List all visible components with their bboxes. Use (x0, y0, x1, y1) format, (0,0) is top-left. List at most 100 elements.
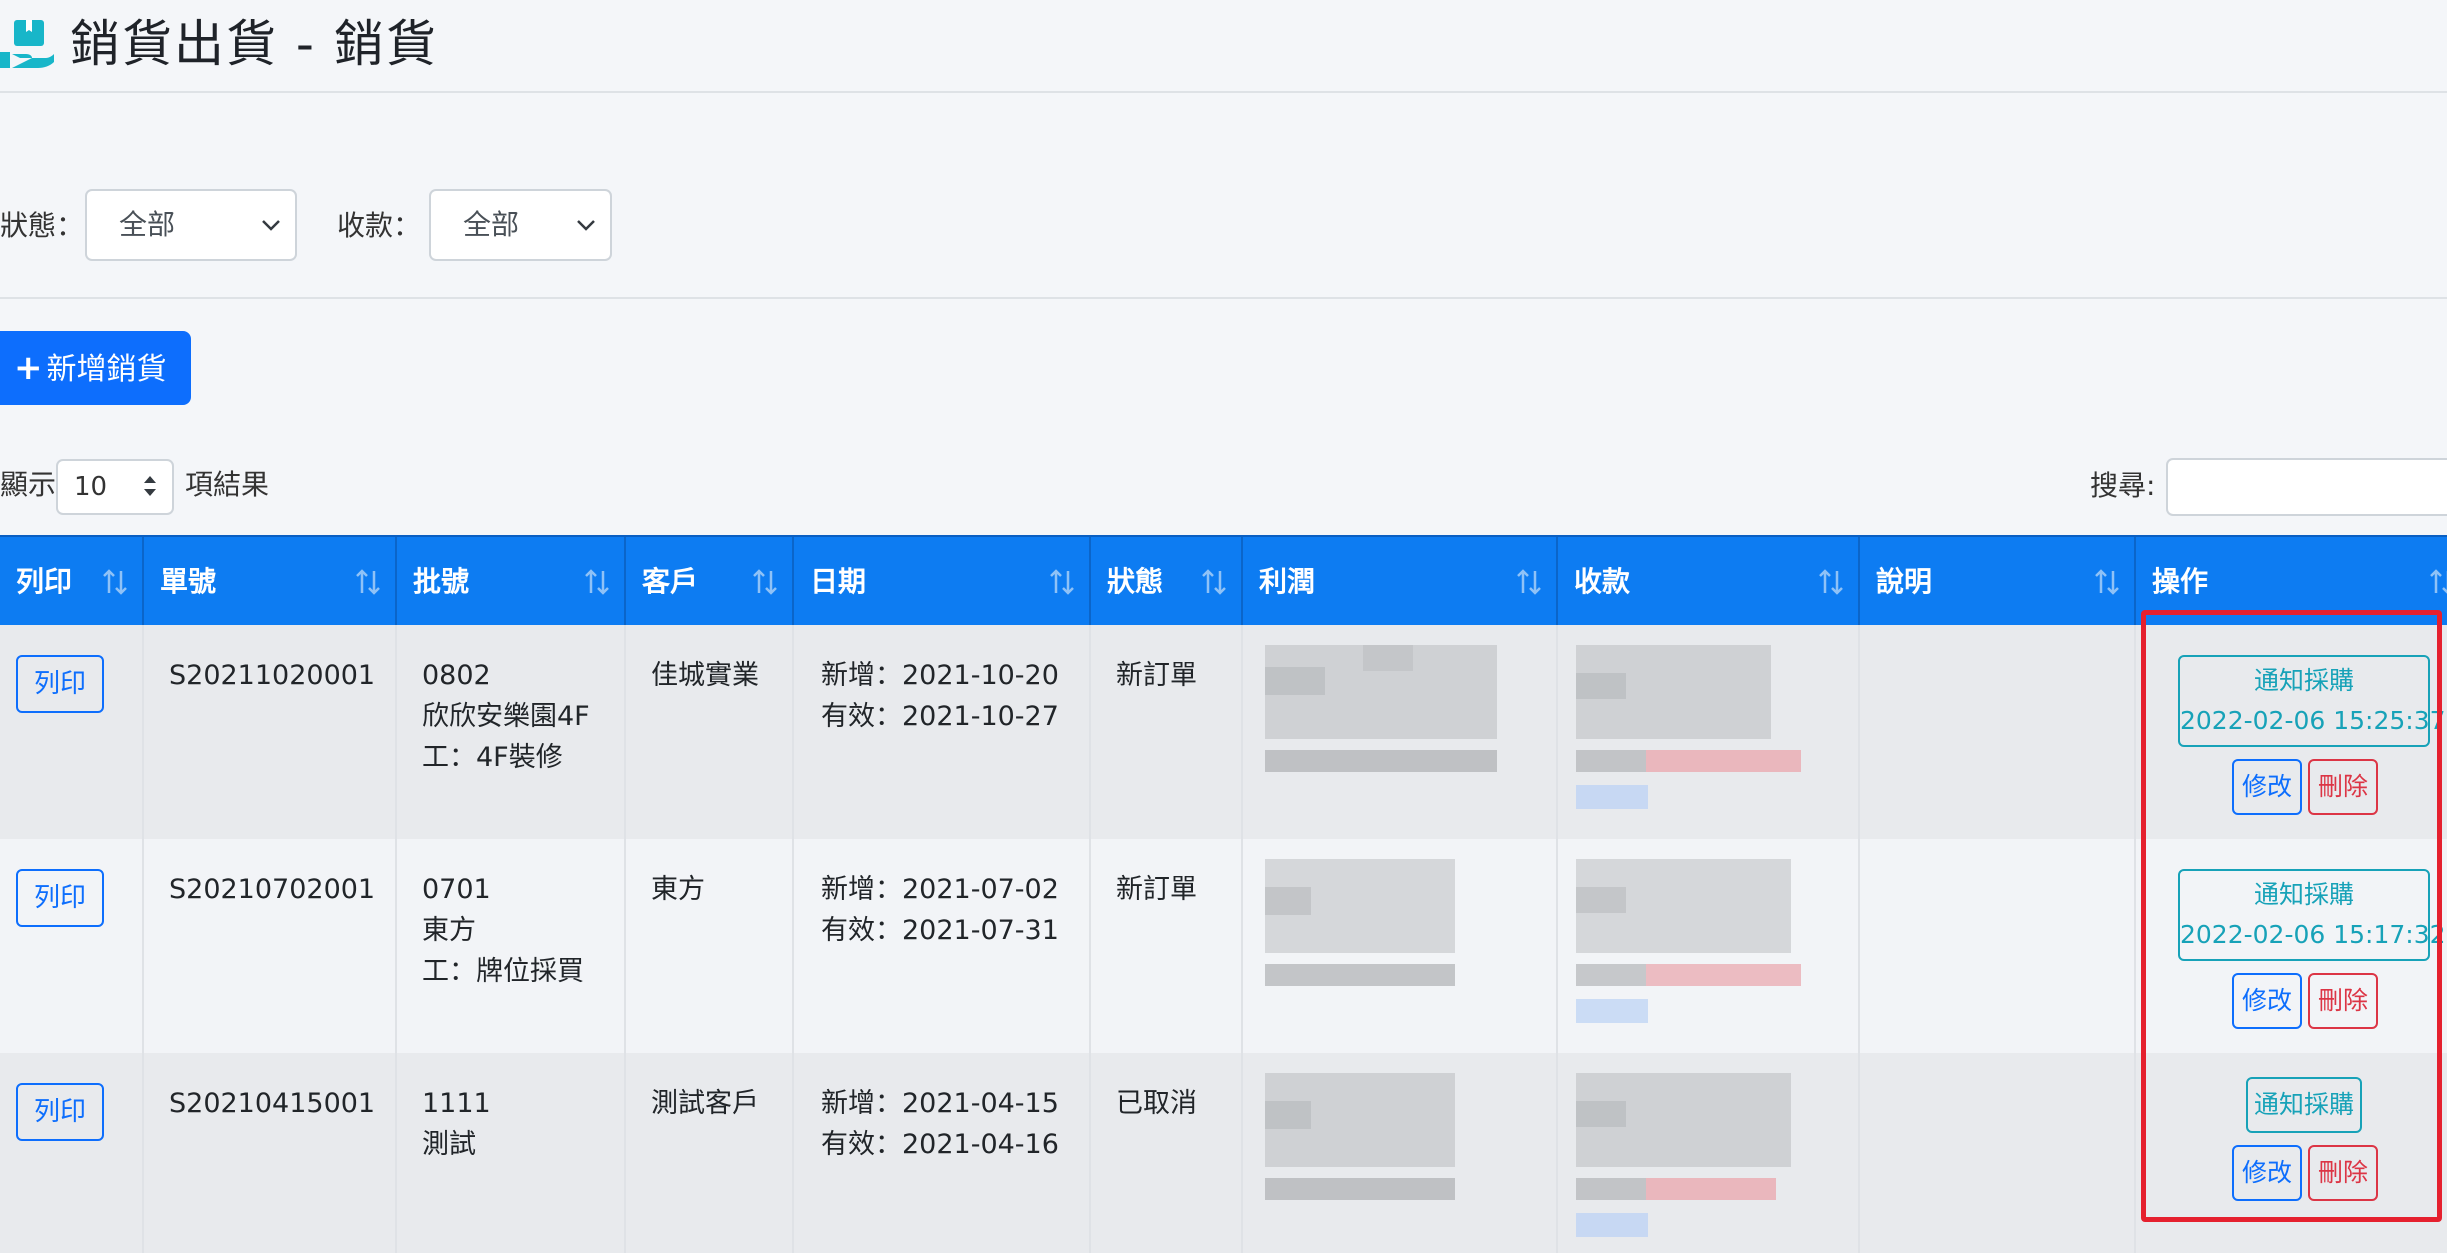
col-profit[interactable]: 利潤 (1243, 537, 1558, 627)
sort-icon (1202, 569, 1226, 595)
notify-purchase-button[interactable]: 通知採購 2022-02-06 15:25:37 (2178, 655, 2446, 747)
note-cell (1860, 1053, 2136, 1253)
date-cell: 新增：2021-10-20 有效：2021-10-27 (794, 625, 1091, 839)
status: 已取消 (1116, 1088, 1197, 1119)
delete-button[interactable]: 刪除 (2308, 1145, 2378, 1201)
page-header: 銷貨出貨 - 銷貨 (0, 0, 2447, 93)
notify-label: 通知採購 (2253, 666, 2354, 695)
order-no-cell: S20210702001 (144, 839, 397, 1053)
page-title: 銷貨出貨 - 銷貨 (70, 15, 438, 73)
sort-arrows-icon (144, 476, 156, 496)
sort-icon (1819, 569, 1843, 595)
col-order-no-label: 單號 (160, 565, 217, 598)
note-cell (1860, 839, 2136, 1053)
add-sale-button[interactable]: + 新增銷貨 (0, 331, 191, 405)
col-date-label: 日期 (810, 565, 867, 598)
batch-no: 0701 (422, 874, 491, 905)
order-no-cell: S20210415001 (144, 1053, 397, 1253)
table-row: 列印 S20210415001 1111 測試 測試客戶 新增：2021-04-… (0, 1053, 2447, 1253)
date-created: 新增：2021-10-20 (821, 660, 1059, 691)
status-filter-value: 全部 (119, 208, 176, 241)
notify-purchase-button[interactable]: 通知採購 (2246, 1077, 2362, 1133)
col-payment[interactable]: 收款 (1558, 537, 1860, 627)
sort-icon (2095, 569, 2119, 595)
delete-button[interactable]: 刪除 (2308, 759, 2378, 815)
batch-no: 1111 (422, 1088, 491, 1119)
col-status[interactable]: 狀態 (1091, 537, 1243, 627)
customer-cell: 測試客戶 (626, 1053, 794, 1253)
col-print[interactable]: 列印 (0, 537, 144, 627)
page-length-select[interactable]: 10 (56, 459, 174, 515)
length-prefix: 顯示 (0, 468, 57, 501)
search-input[interactable] (2166, 458, 2447, 516)
col-order-no[interactable]: 單號 (144, 537, 397, 627)
sort-icon (2430, 569, 2447, 594)
actions-cell: 通知採購 2022-02-06 15:17:32 修改 刪除 (2136, 839, 2447, 1053)
batch-work: 工：牌位採買 (422, 956, 584, 987)
col-note-label: 說明 (1876, 565, 1933, 598)
batch-cell: 0802 欣欣安樂園4F 工：4F裝修 (397, 625, 626, 839)
status: 新訂單 (1116, 660, 1197, 691)
col-date[interactable]: 日期 (794, 537, 1091, 627)
print-cell: 列印 (0, 625, 144, 839)
batch-site: 測試 (422, 1129, 476, 1160)
table-header: 列印 單號 批號 客戶 日期 狀態 利潤 收款 說明 操作 (0, 535, 2447, 627)
date-valid: 有效：2021-04-16 (821, 1129, 1059, 1160)
payment-filter-value: 全部 (463, 208, 520, 241)
print-cell: 列印 (0, 839, 144, 1053)
col-actions[interactable]: 操作 (2136, 537, 2447, 627)
sort-icon (753, 569, 777, 595)
chevron-down-icon (577, 220, 595, 231)
notify-purchase-button[interactable]: 通知採購 2022-02-06 15:17:32 (2178, 869, 2446, 961)
page-length-value: 10 (74, 472, 108, 502)
notify-timestamp: 2022-02-06 15:17:32 (2180, 920, 2446, 949)
status-cell: 已取消 (1091, 1053, 1243, 1253)
add-sale-label: 新增銷貨 (46, 352, 167, 387)
batch-site: 東方 (422, 915, 476, 946)
edit-button[interactable]: 修改 (2232, 1145, 2302, 1201)
delete-button[interactable]: 刪除 (2308, 973, 2378, 1029)
sort-icon (1517, 569, 1541, 595)
customer-cell: 東方 (626, 839, 794, 1053)
plus-icon: + (14, 348, 43, 388)
customer: 東方 (651, 874, 705, 905)
batch-work: 工：4F裝修 (422, 742, 563, 773)
col-batch[interactable]: 批號 (397, 537, 626, 627)
status-filter-select[interactable]: 全部 (85, 189, 297, 261)
col-actions-label: 操作 (2152, 565, 2209, 598)
col-payment-label: 收款 (1574, 565, 1631, 598)
date-valid: 有效：2021-10-27 (821, 701, 1059, 732)
edit-button[interactable]: 修改 (2232, 759, 2302, 815)
col-customer[interactable]: 客戶 (626, 537, 794, 627)
chevron-down-icon (262, 220, 280, 231)
print-button[interactable]: 列印 (16, 869, 104, 927)
customer-cell: 佳城實業 (626, 625, 794, 839)
note-cell (1860, 625, 2136, 839)
actions-cell: 通知採購 2022-02-06 15:25:37 修改 刪除 (2136, 625, 2447, 839)
print-cell: 列印 (0, 1053, 144, 1253)
batch-cell: 0701 東方 工：牌位採買 (397, 839, 626, 1053)
payment-filter-select[interactable]: 全部 (429, 189, 612, 261)
edit-button[interactable]: 修改 (2232, 973, 2302, 1029)
profit-cell-redacted (1243, 1053, 1558, 1253)
print-button[interactable]: 列印 (16, 1083, 104, 1141)
order-no: S20210702001 (169, 874, 376, 905)
order-no: S20210415001 (169, 1088, 376, 1119)
batch-cell: 1111 測試 (397, 1053, 626, 1253)
notify-label: 通知採購 (2253, 880, 2354, 909)
length-suffix: 項結果 (185, 468, 270, 501)
date-cell: 新增：2021-04-15 有效：2021-04-16 (794, 1053, 1091, 1253)
payment-filter-label: 收款： (337, 209, 422, 242)
sort-icon (1050, 569, 1074, 595)
order-no: S20211020001 (169, 660, 376, 691)
col-note[interactable]: 說明 (1860, 537, 2136, 627)
table-row: 列印 S20210702001 0701 東方 工：牌位採買 東方 新增：202… (0, 839, 2447, 1055)
date-created: 新增：2021-07-02 (821, 874, 1059, 905)
status-filter-label: 狀態： (0, 209, 85, 242)
sort-icon (585, 569, 609, 595)
print-button[interactable]: 列印 (16, 655, 104, 713)
date-cell: 新增：2021-07-02 有效：2021-07-31 (794, 839, 1091, 1053)
customer: 佳城實業 (651, 660, 759, 691)
profit-cell-redacted (1243, 625, 1558, 839)
status: 新訂單 (1116, 874, 1197, 905)
